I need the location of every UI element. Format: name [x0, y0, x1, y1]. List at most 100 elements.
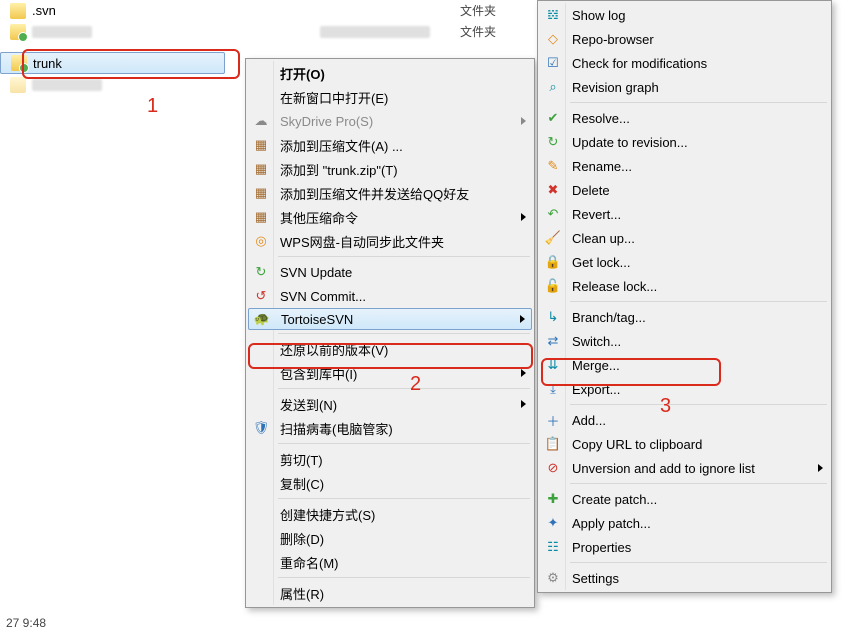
label: 剪切(T)	[280, 450, 323, 469]
wps-icon: ◎	[253, 233, 269, 249]
svn-commit-icon: ↺	[253, 288, 269, 304]
menu-skydrive[interactable]: ☁ SkyDrive Pro(S)	[248, 109, 532, 133]
gear-icon: ⚙	[545, 570, 561, 586]
label: Update to revision...	[572, 135, 688, 150]
label: Revision graph	[572, 80, 659, 95]
label: 还原以前的版本(V)	[280, 340, 388, 359]
menu-switch[interactable]: ⇄ Switch...	[540, 329, 829, 353]
menu-update-to-revision[interactable]: ↻ Update to revision...	[540, 130, 829, 154]
merge-icon: ⇊	[545, 357, 561, 373]
folder-icon	[10, 77, 26, 93]
label: 添加到压缩文件(A) ...	[280, 136, 403, 155]
chevron-right-icon	[521, 213, 526, 221]
menu-send-to[interactable]: 发送到(N)	[248, 392, 532, 416]
menu-clean-up[interactable]: 🧹 Clean up...	[540, 226, 829, 250]
cleanup-icon: 🧹	[545, 230, 561, 246]
menu-separator	[570, 562, 827, 563]
archive-icon: ▦	[253, 209, 269, 225]
menu-separator	[570, 483, 827, 484]
menu-show-log[interactable]: 𝍌 Show log	[540, 3, 829, 27]
label: 复制(C)	[280, 474, 324, 493]
menu-merge[interactable]: ⇊ Merge...	[540, 353, 829, 377]
menu-branch-tag[interactable]: ↳ Branch/tag...	[540, 305, 829, 329]
label: Unversion and add to ignore list	[572, 461, 755, 476]
update-icon: ↻	[545, 134, 561, 150]
export-icon: ⤓	[545, 381, 561, 397]
menu-repo-browser[interactable]: ◇ Repo-browser	[540, 27, 829, 51]
plus-icon: ＋	[545, 412, 561, 428]
menu-separator	[278, 256, 530, 257]
archive-icon: ▦	[253, 137, 269, 153]
menu-delete[interactable]: ✖ Delete	[540, 178, 829, 202]
menu-separator	[570, 102, 827, 103]
menu-export[interactable]: ⤓ Export...	[540, 377, 829, 401]
menu-restore-prev[interactable]: 还原以前的版本(V)	[248, 337, 532, 361]
menu-revert[interactable]: ↶ Revert...	[540, 202, 829, 226]
menu-rename[interactable]: ✎ Rename...	[540, 154, 829, 178]
label: Release lock...	[572, 279, 657, 294]
menu-release-lock[interactable]: 🔓 Release lock...	[540, 274, 829, 298]
menu-svn-commit[interactable]: ↺ SVN Commit...	[248, 284, 532, 308]
label: TortoiseSVN	[281, 312, 353, 327]
resolve-icon: ✔	[545, 110, 561, 126]
graph-icon: ⌕	[545, 79, 561, 95]
menu-apply-patch[interactable]: ✦ Apply patch...	[540, 511, 829, 535]
menu-copy-url[interactable]: 📋 Copy URL to clipboard	[540, 432, 829, 456]
menu-resolve[interactable]: ✔ Resolve...	[540, 106, 829, 130]
label: Add...	[572, 413, 606, 428]
menu-settings[interactable]: ⚙ Settings	[540, 566, 829, 590]
switch-icon: ⇄	[545, 333, 561, 349]
menu-scan-virus[interactable]: 🛡 扫描病毒(电脑管家)	[248, 416, 532, 440]
check-icon: ☑	[545, 55, 561, 71]
menu-copy[interactable]: 复制(C)	[248, 471, 532, 495]
menu-tortoisesvn[interactable]: 🐢 TortoiseSVN	[248, 308, 532, 330]
menu-cut[interactable]: 剪切(T)	[248, 447, 532, 471]
label: SkyDrive Pro(S)	[280, 114, 373, 129]
menu-other-archive[interactable]: ▦ 其他压缩命令	[248, 205, 532, 229]
menu-add[interactable]: ＋ Add...	[540, 408, 829, 432]
context-menu-tortoisesvn: 𝍌 Show log ◇ Repo-browser ☑ Check for mo…	[537, 0, 832, 593]
shield-icon: 🛡	[253, 420, 269, 436]
menu-add-trunk-zip[interactable]: ▦ 添加到 "trunk.zip"(T)	[248, 157, 532, 181]
label: 属性(R)	[280, 584, 324, 603]
file-row-trunk[interactable]: trunk	[0, 52, 225, 74]
svn-update-icon: ↻	[253, 264, 269, 280]
menu-revision-graph[interactable]: ⌕ Revision graph	[540, 75, 829, 99]
label: 其他压缩命令	[280, 208, 358, 227]
label: Switch...	[572, 334, 621, 349]
menu-open-new-window[interactable]: 在新窗口中打开(E)	[248, 85, 532, 109]
label: Get lock...	[572, 255, 631, 270]
menu-separator	[570, 301, 827, 302]
label: 打开(O)	[280, 64, 325, 83]
label: Clean up...	[572, 231, 635, 246]
file-type: 文件夹	[460, 2, 496, 19]
label: Check for modifications	[572, 56, 707, 71]
menu-unversion[interactable]: ⊘ Unversion and add to ignore list	[540, 456, 829, 480]
menu-add-archive[interactable]: ▦ 添加到压缩文件(A) ...	[248, 133, 532, 157]
menu-create-patch[interactable]: ✚ Create patch...	[540, 487, 829, 511]
menu-delete[interactable]: 删除(D)	[248, 526, 532, 550]
menu-open[interactable]: 打开(O)	[248, 61, 532, 85]
menu-include-library[interactable]: 包含到库中(I)	[248, 361, 532, 385]
menu-rename[interactable]: 重命名(M)	[248, 550, 532, 574]
label: SVN Update	[280, 265, 352, 280]
label: 扫描病毒(电脑管家)	[280, 419, 393, 438]
menu-separator	[278, 498, 530, 499]
label: Rename...	[572, 159, 632, 174]
menu-wps[interactable]: ◎ WPS网盘-自动同步此文件夹	[248, 229, 532, 253]
menu-get-lock[interactable]: 🔒 Get lock...	[540, 250, 829, 274]
label: 发送到(N)	[280, 395, 337, 414]
menu-properties[interactable]: 属性(R)	[248, 581, 532, 605]
file-name: .svn	[32, 3, 56, 18]
label: 添加到 "trunk.zip"(T)	[280, 160, 398, 179]
menu-svn-update[interactable]: ↻ SVN Update	[248, 260, 532, 284]
file-name-blurred	[32, 79, 102, 91]
label: WPS网盘-自动同步此文件夹	[280, 232, 444, 251]
menu-add-archive-qq[interactable]: ▦ 添加到压缩文件并发送给QQ好友	[248, 181, 532, 205]
menu-create-shortcut[interactable]: 创建快捷方式(S)	[248, 502, 532, 526]
label: 删除(D)	[280, 529, 324, 548]
menu-check-modifications[interactable]: ☑ Check for modifications	[540, 51, 829, 75]
menu-svn-properties[interactable]: ☷ Properties	[540, 535, 829, 559]
clipboard-icon: 📋	[545, 436, 561, 452]
label: 在新窗口中打开(E)	[280, 88, 388, 107]
